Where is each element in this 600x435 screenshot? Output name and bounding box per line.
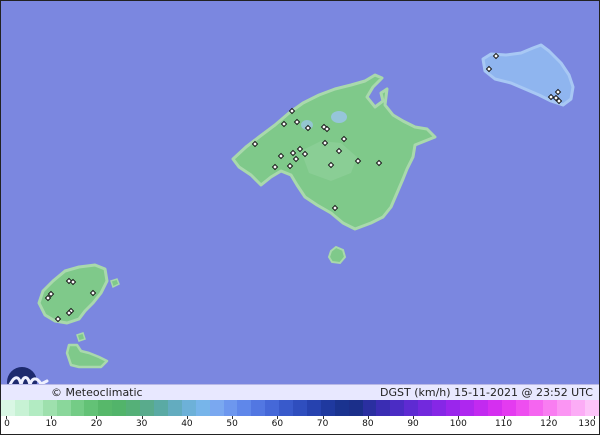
color-swatch — [515, 400, 530, 416]
color-swatch — [181, 400, 196, 416]
color-scale-bar — [1, 400, 599, 416]
color-swatch — [28, 400, 43, 416]
color-swatch — [390, 400, 405, 416]
color-swatch — [306, 400, 321, 416]
color-swatch — [126, 400, 141, 416]
formentera-islet — [76, 332, 86, 342]
color-swatch — [167, 400, 182, 416]
credit-text: © Meteoclimatic — [51, 386, 143, 399]
tick-label: 10 — [45, 419, 57, 429]
map-frame: © Meteoclimatic DGST (km/h) 15-11-2021 @… — [0, 0, 600, 435]
tick-label: 70 — [316, 419, 329, 429]
mallorca-gust-patch — [331, 111, 347, 123]
tick-label: 40 — [181, 419, 193, 429]
color-swatch — [473, 400, 488, 416]
color-swatch — [348, 400, 363, 416]
color-swatch — [293, 400, 307, 416]
tick-label: 0 — [4, 419, 10, 429]
color-swatch — [487, 400, 502, 416]
color-swatch — [56, 400, 71, 416]
tick-label: 60 — [271, 419, 284, 429]
color-swatch — [112, 400, 127, 416]
color-swatch — [529, 400, 544, 416]
color-swatch — [571, 400, 586, 416]
color-swatch — [237, 400, 252, 416]
tick-label: 80 — [362, 419, 374, 429]
tick-label: 110 — [494, 419, 513, 429]
color-swatch — [557, 400, 572, 416]
color-swatch — [42, 400, 57, 416]
tick-label: 50 — [226, 419, 238, 429]
color-swatch — [334, 400, 349, 416]
info-bar: © Meteoclimatic DGST (km/h) 15-11-2021 @… — [1, 384, 599, 400]
tick-label: 30 — [135, 419, 148, 429]
color-swatch — [140, 400, 154, 416]
cabrera-island — [327, 245, 347, 265]
color-swatch — [84, 400, 99, 416]
color-scale-ticks: 0 10 20 30 40 50 60 70 80 90 100 110 120 130 — [1, 416, 599, 434]
color-swatch — [320, 400, 335, 416]
tick-label: 100 — [449, 419, 467, 429]
tick-label: 130 — [578, 419, 596, 429]
color-swatch — [404, 400, 419, 416]
color-swatch — [70, 400, 85, 416]
color-swatch — [195, 400, 210, 416]
tick-label: 20 — [90, 419, 103, 429]
color-swatch — [209, 400, 224, 416]
color-swatch — [362, 400, 377, 416]
color-swatch — [265, 400, 280, 416]
color-swatch — [14, 400, 29, 416]
color-swatch — [418, 400, 433, 416]
color-swatch — [432, 400, 446, 416]
color-swatch — [543, 400, 558, 416]
color-swatch — [153, 400, 168, 416]
color-swatch — [585, 400, 599, 416]
tick-label: 90 — [407, 419, 419, 429]
color-swatch — [251, 400, 266, 416]
color-swatch — [376, 400, 391, 416]
color-swatch — [1, 400, 15, 416]
map-title: DGST (km/h) 15-11-2021 @ 23:52 UTC — [380, 386, 593, 399]
color-swatch — [223, 400, 238, 416]
color-swatch — [501, 400, 516, 416]
color-swatch — [279, 400, 294, 416]
color-swatch — [446, 400, 460, 416]
tick-label: 120 — [540, 419, 558, 429]
color-swatch — [98, 400, 113, 416]
color-swatch — [459, 400, 474, 416]
wind-gust-map — [1, 1, 599, 384]
